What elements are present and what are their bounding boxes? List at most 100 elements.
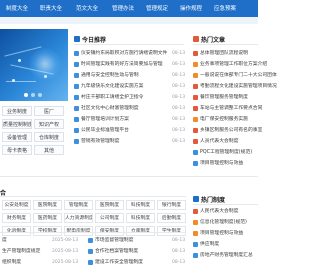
doc-icon [74,117,79,122]
category-button[interactable]: 仓库制度 [34,132,64,142]
category-button[interactable]: 知识产权 [34,119,64,129]
tag-link[interactable]: 化验制度 [2,226,31,236]
tag-link[interactable]: 公司制度 [95,213,124,223]
divider [193,44,258,45]
doc-icon [88,249,93,254]
nav-item-caozuo[interactable]: 操作规程 [180,4,202,12]
hot-rank-icon [193,84,198,89]
tag-link[interactable]: 后勤制度 [157,213,186,223]
list-item[interactable]: 社区文化中心财富管理制度 08-13 [74,105,185,113]
nav-spacer [0,17,258,24]
divider [74,44,184,45]
nav-item-zhidu[interactable]: 制度大全 [6,4,28,12]
tag-link[interactable]: 财务制度 [2,213,31,223]
tag-link[interactable]: 医药制度 [33,213,62,223]
tag-link[interactable]: 人力资源制度 [64,213,93,223]
banner-node [18,59,21,62]
hot-rank-icon [193,73,198,78]
category-button[interactable]: 质量控制制度 [2,119,32,129]
doc-icon [74,51,79,56]
doc-icon [74,128,79,133]
tag-link[interactable]: 科技制度 [126,213,155,223]
banner-slideshow[interactable] [0,29,68,101]
hot-rank-icon [193,95,198,100]
slide-indicator[interactable] [31,93,35,97]
tag-link[interactable]: 配电房制度 [64,226,93,236]
list-item[interactable]: 时间管理实践有的好方法简要加与管理 08-13 [74,61,185,69]
hot2-list-item[interactable]: 信息化管理制度(规范) [193,219,258,227]
tag-link[interactable]: 医院制度 [95,200,124,210]
hot-rank-icon [193,231,198,236]
tag-link[interactable]: 银行制度 [157,200,186,210]
category-button[interactable]: 母卡表格 [2,145,32,155]
tag-link[interactable]: 科技制度 [126,200,155,210]
hot-list-item[interactable]: 项目管理控制与效益 [193,160,258,168]
today-recommend-title: 今日推荐 [82,37,107,44]
hot-list-item[interactable]: 车站与主管调整工作要点合同 [193,105,262,113]
doc-icon [74,84,79,89]
hot-list-item[interactable]: 考勤流程文化建设实施管理项目情况 [193,83,277,91]
list-item[interactable]: 通用与安全控制生动与管制 08-13 [74,72,185,80]
tag-link[interactable]: 管理制度 [64,200,93,210]
hot-list-item[interactable]: PQC工程管理制度(规范) [193,149,258,157]
hot-list-item[interactable]: 人员代表大会制度 [193,138,258,146]
hot-list-item[interactable]: 餐饮管理服务管理制度 [193,94,258,102]
list-item[interactable]: 餐厅管理培训计划方案 08-13 [74,116,185,124]
hot-rank-icon [193,209,198,214]
tag-link[interactable]: 学生制度 [157,226,186,236]
doc-icon [74,106,79,111]
category-button[interactable]: 业务制度 [2,106,32,116]
list-item[interactable]: 村庄干部职工请缮全护卫指令 08-13 [74,94,185,102]
top-navigation: 制度大全 职责大全 范文大全 管理办法 管理规定 操作规程 应急预案 [0,0,258,17]
nav-item-guanli-guiding[interactable]: 管理规定 [146,4,168,12]
list-item[interactable]: 市场监督管理制度 08-13 [88,237,185,245]
category-button[interactable]: 设备管理 [2,132,32,142]
hot-rank-icon [193,242,198,247]
list-item[interactable]: 度 2025-08-13 [2,237,84,245]
hot-regulation-icon [193,196,199,202]
hot-list-item[interactable]: 总体管理团队流程说明 [193,50,258,58]
hot-list-item[interactable]: 业务事项管理工作职位方案介绍 [193,61,267,69]
hot-icon [193,36,199,42]
hot2-list-item[interactable]: 房地产财务管理制度汇总 [193,252,258,260]
tag-link[interactable]: 保安制度 [95,226,124,236]
list-item[interactable]: 组织制度 2025-08-13 [2,259,84,267]
hot2-list-item[interactable]: 供应制度 [193,241,258,249]
slide-indicator[interactable] [24,93,28,97]
list-item[interactable]: 营销有效管理制度 08-13 [74,138,185,146]
hot-rank-icon [193,117,198,122]
list-item[interactable]: 仪安镇约东局取积对方施行请缮说明文件 08-13 [74,50,185,58]
tag-link[interactable]: 仓库制度 [126,226,155,236]
list-item[interactable]: 建设工作安全管理制度 08-13 [88,259,185,267]
divider [193,204,258,205]
hot-rank-icon [193,253,198,258]
hot-rank-icon [193,150,198,155]
hot2-list-item[interactable]: 项目管理控制与效益 [193,230,258,238]
hot-rank-icon [193,128,198,133]
hot2-list-item[interactable]: 人民代表大会制度 [193,208,258,216]
hot-rank-icon [193,62,198,67]
list-item[interactable]: 公民毕业标准管理平台 08-13 [74,127,185,135]
list-item[interactable]: 九年级快乐文化建设实施方案 08-13 [74,83,185,91]
nav-item-zhize[interactable]: 职责大全 [40,4,62,12]
hot-list-item[interactable]: 一般说说在体部专门二十大公司团体 [193,72,277,80]
hot-regulations-title: 热门制度 [201,197,226,204]
hot-articles-title: 热门文章 [201,37,226,44]
tag-link[interactable]: 公安处制度 [2,200,31,210]
nav-item-fanwen[interactable]: 范文大全 [76,4,98,12]
category-button[interactable]: 医厂 [34,106,64,116]
hot-rank-icon [193,51,198,56]
banner-node [12,79,15,82]
nav-item-yingji[interactable]: 应急预案 [214,4,236,12]
hot-list-item[interactable]: 乡镇区制服务公司有名的事宜 [193,127,262,135]
banner-circuit-line [6,81,36,82]
tag-link[interactable]: 学校制度 [33,226,62,236]
slide-indicator[interactable] [38,93,42,97]
doc-icon [74,95,79,100]
nav-item-guanli-banfa[interactable]: 管理办法 [112,4,134,12]
tag-link[interactable]: 医院制度 [33,200,62,210]
list-item[interactable]: 生产管理制度规定 2025-08-13 [2,248,84,256]
category-button[interactable]: 其他 [34,145,64,155]
list-item[interactable]: 合作社档案管理制度 08-13 [88,248,185,256]
hot-list-item[interactable]: 电厂保安控制服务实施 [193,116,258,124]
